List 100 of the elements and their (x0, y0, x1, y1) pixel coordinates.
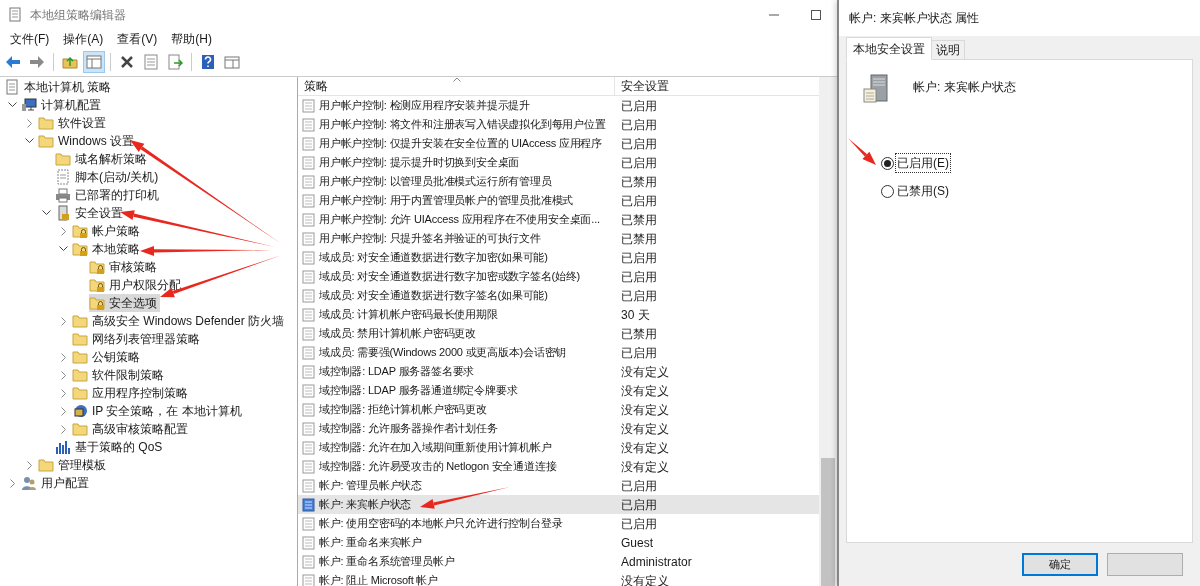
policy-name: 域控制器: 拒绝计算机帐户密码更改 (319, 402, 487, 418)
policy-item-icon (302, 288, 316, 303)
table-row[interactable]: 用户帐户控制: 以管理员批准模式运行所有管理员 已禁用 (298, 172, 819, 191)
policy-name: 帐户: 管理员帐户状态 (319, 478, 422, 494)
table-row[interactable]: 帐户: 来宾帐户状态 已启用 (298, 495, 819, 514)
table-row[interactable]: 帐户: 重命名系统管理员帐户 Administrator (298, 552, 819, 571)
table-row[interactable]: 用户帐户控制: 仅提升安装在安全位置的 UIAccess 应用程序 已启用 (298, 134, 819, 153)
tree-item[interactable]: 公钥策略 (72, 348, 143, 366)
view-pane-icon (224, 54, 240, 70)
table-row[interactable]: 用户帐户控制: 只提升签名并验证的可执行文件 已禁用 (298, 229, 819, 248)
tree-item[interactable]: Windows 设置 (38, 132, 137, 150)
bar-chart-icon (55, 439, 71, 455)
tree-item[interactable]: 高级安全 Windows Defender 防火墙 (72, 312, 288, 330)
table-row[interactable]: 用户帐户控制: 允许 UIAccess 应用程序在不使用安全桌面... 已禁用 (298, 210, 819, 229)
tree-item[interactable]: 基于策略的 QoS (55, 438, 166, 456)
table-row[interactable]: 域控制器: 拒绝计算机帐户密码更改 没有定义 (298, 400, 819, 419)
menu-item[interactable]: 帮助(H) (165, 30, 218, 48)
tree-item[interactable]: 计算机配置 (21, 96, 104, 114)
export-icon (167, 54, 183, 70)
chevron-right-icon (60, 226, 67, 236)
tree-item[interactable]: 网络列表管理器策略 (72, 330, 203, 348)
table-row[interactable]: 域成员: 对安全通道数据进行数字加密(如果可能) 已启用 (298, 248, 819, 267)
dialog-button[interactable]: 确定 (1022, 553, 1098, 576)
policy-item-icon (302, 459, 316, 474)
table-row[interactable]: 帐户: 管理员帐户状态 已启用 (298, 476, 819, 495)
table-row[interactable]: 帐户: 重命名来宾帐户 Guest (298, 533, 819, 552)
setting-value: 30 天 (621, 306, 650, 324)
locked-folder-icon (89, 259, 105, 275)
radio-button[interactable] (881, 184, 894, 198)
setting-value: 没有定义 (621, 439, 669, 457)
folder-up-icon (62, 54, 78, 70)
tree-item[interactable]: 用户配置 (21, 474, 92, 492)
tree-item[interactable]: 软件限制策略 (72, 366, 167, 384)
tree-item[interactable]: 帐户策略 (72, 222, 143, 240)
tree-item[interactable]: 本地策略 (72, 240, 143, 258)
table-row[interactable]: 用户帐户控制: 检测应用程序安装并提示提升 已启用 (298, 96, 819, 115)
network-computer-icon (72, 403, 88, 419)
table-row[interactable]: 用户帐户控制: 提示提升时切换到安全桌面 已启用 (298, 153, 819, 172)
computer-icon (21, 97, 37, 113)
policy-item-icon (302, 535, 316, 550)
table-row[interactable]: 用户帐户控制: 用于内置管理员帐户的管理员批准模式 已启用 (298, 191, 819, 210)
policy-name: 帐户: 来宾帐户状态 (913, 79, 1016, 96)
policy-name: 域控制器: 允许在加入域期间重新使用计算机帐户 (319, 440, 552, 456)
table-row[interactable]: 域控制器: 允许服务器操作者计划任务 没有定义 (298, 419, 819, 438)
folder-icon (72, 367, 88, 383)
tree-item[interactable]: 应用程序控制策略 (72, 384, 191, 402)
tree-item[interactable]: 安全设置 (55, 204, 126, 222)
setting-value: 已禁用 (621, 230, 657, 248)
tree-item[interactable]: 审核策略 (89, 258, 160, 276)
table-row[interactable]: 域控制器: 允许易受攻击的 Netlogon 安全通道连接 没有定义 (298, 457, 819, 476)
table-row[interactable]: 帐户: 使用空密码的本地帐户只允许进行控制台登录 已启用 (298, 514, 819, 533)
setting-value: Administrator (621, 553, 692, 571)
table-row[interactable]: 域成员: 计算机帐户密码最长使用期限 30 天 (298, 305, 819, 324)
policy-name: 帐户: 阻止 Microsoft 帐户 (319, 573, 439, 586)
tab[interactable]: 说明 (931, 40, 965, 60)
tree-item[interactable]: 已部署的打印机 (55, 186, 162, 204)
policy-item-icon (302, 174, 316, 189)
menu-item[interactable]: 操作(A) (57, 30, 110, 48)
table-row[interactable]: 域成员: 禁用计算机帐户密码更改 已禁用 (298, 324, 819, 343)
policy-name: 域控制器: LDAP 服务器通道绑定令牌要求 (319, 383, 518, 399)
table-row[interactable]: 域成员: 需要强(Windows 2000 或更高版本)会话密钥 已启用 (298, 343, 819, 362)
scrollbar-thumb[interactable] (821, 458, 835, 586)
setting-value: 已启用 (621, 154, 657, 172)
tree-item[interactable]: 域名解析策略 (55, 150, 150, 168)
table-row[interactable]: 帐户: 阻止 Microsoft 帐户 没有定义 (298, 571, 819, 586)
folder-icon (72, 385, 88, 401)
locked-folder-icon (72, 223, 88, 239)
policy-item-icon (302, 269, 316, 284)
tab[interactable]: 本地安全设置 (846, 37, 932, 60)
column-header[interactable]: 策略 (298, 77, 615, 95)
table-row[interactable]: 域成员: 对安全通道数据进行数字加密或数字签名(始终) 已启用 (298, 267, 819, 286)
setting-value: 已启用 (621, 249, 657, 267)
table-row[interactable]: 域控制器: LDAP 服务器签名要求 没有定义 (298, 362, 819, 381)
tree-item[interactable]: 脚本(启动/关机) (55, 168, 162, 186)
scrollbar[interactable] (819, 77, 837, 586)
annotation-arrow (848, 138, 876, 165)
users-icon (21, 475, 37, 491)
table-row[interactable]: 域成员: 对安全通道数据进行数字签名(如果可能) 已启用 (298, 286, 819, 305)
table-row[interactable]: 域控制器: LDAP 服务器通道绑定令牌要求 没有定义 (298, 381, 819, 400)
tree-item[interactable]: 高级审核策略配置 (72, 420, 191, 438)
dialog-button[interactable] (1107, 553, 1183, 576)
table-row[interactable]: 用户帐户控制: 将文件和注册表写入错误虚拟化到每用户位置 已启用 (298, 115, 819, 134)
folder-icon (55, 151, 71, 167)
tree-item[interactable]: IP 安全策略，在 本地计算机 (72, 402, 245, 420)
menu-item[interactable]: 文件(F) (4, 30, 56, 48)
policy-name: 域成员: 对安全通道数据进行数字签名(如果可能) (319, 288, 548, 304)
table-row[interactable]: 域控制器: 允许在加入域期间重新使用计算机帐户 没有定义 (298, 438, 819, 457)
setting-value: 已启用 (621, 477, 657, 495)
policy-item-icon (302, 155, 316, 170)
tree-item[interactable]: 软件设置 (38, 114, 109, 132)
tree-item[interactable]: 安全选项 (89, 294, 160, 312)
column-header[interactable]: 安全设置 (615, 77, 819, 95)
setting-value: 没有定义 (621, 420, 669, 438)
tree-item[interactable]: 管理模板 (38, 456, 109, 474)
policy-name: 帐户: 使用空密码的本地帐户只允许进行控制台登录 (319, 516, 563, 532)
tree-item[interactable]: 本地计算机 策略 (4, 78, 115, 96)
radio-button[interactable] (881, 156, 894, 170)
setting-value: 没有定义 (621, 401, 669, 419)
menu-item[interactable]: 查看(V) (111, 30, 164, 48)
folder-icon (72, 349, 88, 365)
